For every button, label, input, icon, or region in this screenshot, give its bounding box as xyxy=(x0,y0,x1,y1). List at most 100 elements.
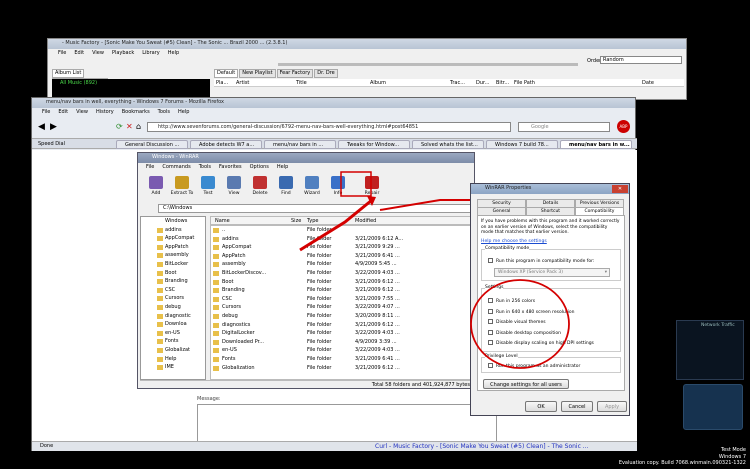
tree-root[interactable]: Windows xyxy=(141,217,205,226)
file-row[interactable]: assembly File folder 4/9/2009 5:45 ... xyxy=(211,260,473,269)
winrar-menu-item[interactable]: Help xyxy=(277,164,288,170)
cancel-button[interactable]: Cancel xyxy=(561,401,593,412)
speed-dial-tab[interactable]: Speed Dial xyxy=(38,141,65,147)
playlist-column-header[interactable]: Album xyxy=(370,79,386,87)
order-select[interactable]: Random xyxy=(600,56,682,64)
file-row[interactable]: CSC File folder 3/21/2009 7:55 ... xyxy=(211,295,473,304)
compat-mode-checkbox[interactable]: Run this program in compatibility mode f… xyxy=(488,258,594,264)
music-menu-item[interactable]: View xyxy=(92,50,104,56)
tree-node[interactable]: Boot xyxy=(141,269,205,278)
toolbar-add-button[interactable]: Add xyxy=(144,175,168,201)
tree-node[interactable]: debug xyxy=(141,303,205,312)
search-box[interactable]: Google xyxy=(518,122,610,132)
properties-tab[interactable]: Previous Versions xyxy=(575,199,624,207)
home-icon[interactable]: ⌂ xyxy=(136,122,141,131)
properties-tab[interactable]: Security xyxy=(477,199,526,207)
tree-node[interactable]: BitLocker xyxy=(141,260,205,269)
file-row[interactable]: Cursors File folder 3/22/2009 4:07 ... xyxy=(211,303,473,312)
tree-node[interactable]: Downloa xyxy=(141,320,205,329)
toolbar-delete-button[interactable]: Delete xyxy=(248,175,272,201)
browser-tab[interactable]: General Discussion ... xyxy=(116,140,188,149)
winrar-menu-item[interactable]: Favorites xyxy=(219,164,242,170)
change-all-users-button[interactable]: Change settings for all users xyxy=(483,379,569,389)
file-row[interactable]: Globalization File folder 3/21/2009 6:12 .… xyxy=(211,364,473,373)
toolbar-view-button[interactable]: View xyxy=(222,175,246,201)
help-link[interactable]: Help me choose the settings xyxy=(481,239,621,244)
file-row[interactable]: debug File folder 3/20/2009 8:11 ... xyxy=(211,312,473,321)
firefox-menu-item[interactable]: File xyxy=(42,109,50,115)
tree-node[interactable]: Cursors xyxy=(141,294,205,303)
file-row[interactable]: addins File folder 3/21/2009 6:12 A... xyxy=(211,235,473,244)
tree-node[interactable]: CSC xyxy=(141,286,205,295)
tree-node[interactable]: IME xyxy=(141,363,205,372)
back-icon[interactable]: ◀ xyxy=(38,122,45,132)
run-as-admin-checkbox[interactable]: Run this program as an administrator xyxy=(488,363,580,369)
properties-tab[interactable]: General xyxy=(477,207,526,215)
apply-button[interactable]: Apply xyxy=(597,401,627,412)
browser-tab[interactable]: Adobe detects W7 a... xyxy=(190,140,262,149)
setting-checkbox[interactable]: Run in 256 colors xyxy=(488,297,618,308)
file-row[interactable]: .. File folder xyxy=(211,226,473,235)
forward-icon[interactable]: ▶ xyxy=(50,122,57,132)
file-column-header[interactable]: Modified xyxy=(355,217,376,225)
file-row[interactable]: Boot File folder 3/21/2009 6:12 ... xyxy=(211,278,473,287)
album-panel-tab[interactable]: Album List xyxy=(52,69,85,78)
setting-checkbox[interactable]: Disable desktop composition xyxy=(488,329,618,340)
tree-node[interactable]: assembly xyxy=(141,251,205,260)
seek-bar[interactable] xyxy=(278,63,578,66)
browser-tab[interactable]: Tweaks for Window... xyxy=(338,140,410,149)
tree-node[interactable]: AppCompat xyxy=(141,234,205,243)
winrar-menu-item[interactable]: Tools xyxy=(199,164,211,170)
playlist-column-header[interactable]: Trac... xyxy=(450,79,465,87)
all-music-node[interactable]: All Music (892) xyxy=(52,80,97,86)
file-row[interactable]: Downloaded Pr... File folder 4/9/2009 3:39… xyxy=(211,338,473,347)
file-row[interactable]: AppCompat File folder 3/21/2009 9:29 ... xyxy=(211,243,473,252)
music-menu-item[interactable]: Playback xyxy=(112,50,134,56)
file-row[interactable]: en-US File folder 3/22/2009 4:03 ... xyxy=(211,346,473,355)
ok-button[interactable]: OK xyxy=(525,401,557,412)
winrar-menu-item[interactable]: File xyxy=(146,164,154,170)
setting-checkbox[interactable]: Disable visual themes xyxy=(488,318,618,329)
playlist-column-header[interactable]: Bitr... xyxy=(496,79,509,87)
message-textarea[interactable] xyxy=(197,404,497,442)
toolbar-extract-to-button[interactable]: Extract To xyxy=(170,175,194,201)
adblock-icon[interactable]: ABP xyxy=(617,120,630,133)
setting-checkbox[interactable]: Disable display scaling on high DPI sett… xyxy=(488,339,618,350)
dialog-close-icon[interactable]: ✕ xyxy=(612,185,628,193)
toolbar-test-button[interactable]: Test xyxy=(196,175,220,201)
winrar-menu-item[interactable]: Options xyxy=(250,164,269,170)
playlist-tab[interactable]: Default xyxy=(214,69,239,78)
file-row[interactable]: AppPatch File folder 3/21/2009 6:41 ... xyxy=(211,252,473,261)
tree-node[interactable]: addins xyxy=(141,226,205,235)
browser-tab[interactable]: Windows 7 build 78... xyxy=(486,140,558,149)
winrar-menu-item[interactable]: Commands xyxy=(162,164,190,170)
toolbar-repair-button[interactable]: Repair xyxy=(360,175,384,201)
winrar-path-bar[interactable]: C:\Windows xyxy=(158,204,472,213)
firefox-menu-item[interactable]: Bookmarks xyxy=(122,109,150,115)
url-bar[interactable]: http://www.sevenforums.com/general-discu… xyxy=(147,122,511,132)
music-menu-item[interactable]: Library xyxy=(142,50,159,56)
browser-tab[interactable]: menu/nav bars in ... xyxy=(264,140,336,149)
playlist-tab[interactable]: Dr. Dre xyxy=(314,69,338,78)
tree-node[interactable]: Help xyxy=(141,355,205,364)
firefox-menu-item[interactable]: Tools xyxy=(158,109,170,115)
file-column-header[interactable]: Size xyxy=(291,217,301,225)
playlist-column-header[interactable]: Artist xyxy=(236,79,249,87)
setting-checkbox[interactable]: Run in 640 x 480 screen resolution xyxy=(488,308,618,319)
tree-node[interactable]: en-US xyxy=(141,329,205,338)
playlist-column-header[interactable]: Pla... xyxy=(216,79,228,87)
tree-node[interactable]: Globalizat xyxy=(141,346,205,355)
tree-node[interactable]: Branding xyxy=(141,277,205,286)
file-row[interactable]: diagnostics File folder 3/21/2009 6:12 ... xyxy=(211,321,473,330)
firefox-menu-item[interactable]: History xyxy=(96,109,114,115)
playlist-column-header[interactable]: Title xyxy=(296,79,307,87)
playlist-tab[interactable]: Fear Factory xyxy=(276,69,314,78)
browser-tab[interactable]: menu/nav bars in w... xyxy=(560,140,632,149)
playlist-column-header[interactable]: Dur... xyxy=(476,79,489,87)
playlist-tab[interactable]: New Playlist xyxy=(239,69,276,78)
properties-tab[interactable]: Compatibility xyxy=(575,207,624,215)
browser-tab[interactable]: Solved whats the list... xyxy=(412,140,484,149)
file-row[interactable]: Branding File folder 3/21/2009 6:12 ... xyxy=(211,286,473,295)
file-row[interactable]: BitLockerDiscov... File folder 3/22/2009 4… xyxy=(211,269,473,278)
compat-mode-select[interactable]: Windows XP (Service Pack 3) ▾ xyxy=(494,268,610,277)
